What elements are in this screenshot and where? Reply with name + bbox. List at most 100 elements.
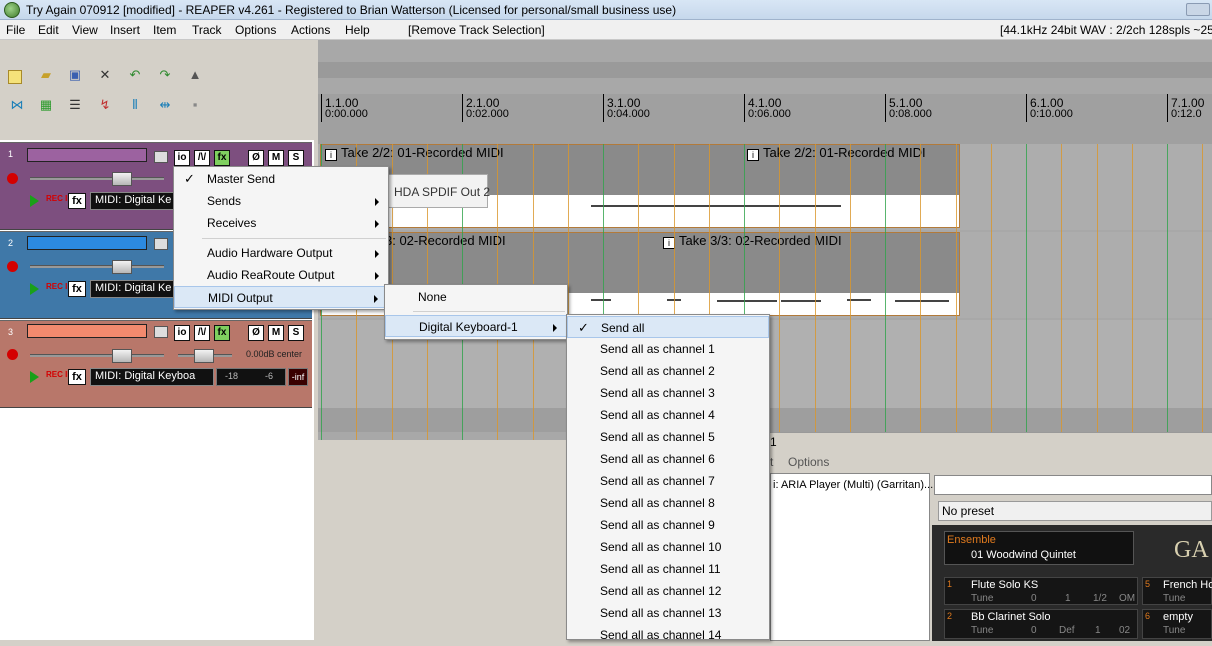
envelope-button[interactable]: /\/ [194, 150, 210, 166]
menu-insert[interactable]: Insert [110, 23, 140, 37]
folder-icon[interactable] [154, 151, 168, 163]
volume-fader[interactable] [30, 260, 164, 274]
menu-item[interactable]: Item [153, 23, 176, 37]
split-icon[interactable]: ⇹ [156, 96, 174, 114]
menu-item-receives[interactable]: Receives [174, 212, 388, 234]
fx-chain-list[interactable]: i: ARIA Player (Multi) (Garritan)... [770, 473, 933, 641]
io-button[interactable]: io [174, 150, 190, 166]
menu-item-master-send[interactable]: ✓ Master Send [174, 168, 388, 190]
menu-help[interactable]: Help [345, 23, 370, 37]
save-icon[interactable]: ▣ [66, 66, 84, 84]
fx-search-box[interactable] [934, 475, 1212, 495]
ripple-icon[interactable]: ⋈ [8, 96, 26, 114]
fx-plugin-entry[interactable]: i: ARIA Player (Multi) (Garritan)... [773, 479, 933, 491]
menu-item-send-all-5[interactable]: Send all as channel 5 [567, 426, 769, 448]
fx-menu-options[interactable]: Options [788, 455, 829, 469]
menu-item-send-all-14[interactable]: Send all as channel 14 [567, 624, 769, 646]
menu-file[interactable]: File [6, 23, 25, 37]
instrument-slot-2[interactable]: 2 Bb Clarinet Solo Tune 0 Def 1 02 [944, 609, 1138, 639]
pan-fader-knob[interactable] [194, 349, 214, 363]
grid-icon[interactable]: ▦ [37, 96, 55, 114]
folder-icon[interactable] [154, 238, 168, 250]
fx-chain-button[interactable]: fx [214, 150, 230, 166]
monitor-play-icon[interactable] [30, 371, 39, 383]
remove-track-selection-action[interactable]: [Remove Track Selection] [408, 23, 545, 37]
menu-item-send-all-7[interactable]: Send all as channel 7 [567, 470, 769, 492]
menu-item-send-all-2[interactable]: Send all as channel 2 [567, 360, 769, 382]
phase-button[interactable]: Ø [248, 150, 264, 166]
instrument-slot-6[interactable]: 6 empty Tune [1142, 609, 1212, 639]
fx-button[interactable]: fx [68, 281, 86, 297]
tools-icon[interactable]: ✕ [96, 66, 114, 84]
track-name-field[interactable] [27, 236, 147, 250]
ensemble-selector[interactable]: Ensemble 01 Woodwind Quintet [944, 531, 1134, 565]
menu-item-send-all-0[interactable]: ✓ Send all [567, 316, 769, 338]
metronome-icon[interactable]: ▲ [186, 66, 204, 84]
menu-item-audio-hardware-output[interactable]: Audio Hardware Output [174, 242, 388, 264]
audio-status[interactable]: [44.1kHz 24bit WAV : 2/2ch 128spls ~25/ [1000, 23, 1212, 37]
peak-indicator[interactable]: -inf [288, 368, 308, 386]
menu-item-send-all-10[interactable]: Send all as channel 10 [567, 536, 769, 558]
midi-input-select[interactable]: MIDI: Digital Ke [90, 280, 174, 298]
track-name-field[interactable] [27, 324, 147, 338]
monitor-play-icon[interactable] [30, 195, 39, 207]
item-info-icon[interactable]: i [747, 149, 759, 161]
menu-item-send-all-11[interactable]: Send all as channel 11 [567, 558, 769, 580]
track-3-panel[interactable]: 3 io /\/ fx Ø M S 0.00dB center REC IN f… [0, 320, 312, 408]
midi-input-select[interactable]: MIDI: Digital Ke [90, 192, 174, 210]
menu-item-none[interactable]: None [385, 286, 567, 308]
volume-fader-knob[interactable] [112, 349, 132, 363]
tracks-icon[interactable]: ☰ [66, 96, 84, 114]
menu-options[interactable]: Options [235, 23, 276, 37]
volume-fader-knob[interactable] [112, 172, 132, 186]
menu-item-send-all-13[interactable]: Send all as channel 13 [567, 602, 769, 624]
monitor-play-icon[interactable] [30, 283, 39, 295]
menu-item-send-all-12[interactable]: Send all as channel 12 [567, 580, 769, 602]
menu-item-send-all-9[interactable]: Send all as channel 9 [567, 514, 769, 536]
menu-view[interactable]: View [72, 23, 98, 37]
window-controls[interactable] [1186, 3, 1210, 16]
track-name-field[interactable] [27, 148, 147, 162]
preset-dropdown[interactable]: No preset [938, 501, 1212, 521]
io-button[interactable]: io [174, 325, 190, 341]
lock-icon[interactable]: ▪ [186, 96, 204, 114]
solo-button[interactable]: S [288, 325, 304, 341]
record-arm-button[interactable] [7, 349, 18, 360]
instrument-slot-5[interactable]: 5 French Ho Tune [1142, 577, 1212, 605]
menu-track[interactable]: Track [192, 23, 222, 37]
menu-item-audio-reroute-output[interactable]: Audio ReaRoute Output [174, 264, 388, 286]
volume-fader-knob[interactable] [112, 260, 132, 274]
record-arm-button[interactable] [7, 173, 18, 184]
open-project-icon[interactable]: ▰ [37, 66, 55, 84]
menu-item-send-all-3[interactable]: Send all as channel 3 [567, 382, 769, 404]
item-info-icon[interactable]: i [325, 149, 337, 161]
instrument-slot-1[interactable]: 1 Flute Solo KS Tune 0 1 1/2 OM [944, 577, 1138, 605]
menu-item-midi-output[interactable]: MIDI Output [174, 286, 388, 308]
redo-icon[interactable]: ↷ [156, 66, 174, 84]
menu-item-send-all-8[interactable]: Send all as channel 8 [567, 492, 769, 514]
solo-button[interactable]: S [288, 150, 304, 166]
menu-actions[interactable]: Actions [291, 23, 330, 37]
undo-icon[interactable]: ↶ [126, 66, 144, 84]
mute-button[interactable]: M [268, 150, 284, 166]
fx-menu-t[interactable]: t [770, 455, 773, 469]
envelope-button[interactable]: /\/ [194, 325, 210, 341]
menu-item-digital-keyboard[interactable]: Digital Keyboard-1 [385, 315, 567, 337]
menu-edit[interactable]: Edit [38, 23, 59, 37]
snap-icon[interactable]: ⦀ [126, 96, 144, 114]
midi-input-select[interactable]: MIDI: Digital Keyboa [90, 368, 214, 386]
pan-fader[interactable] [178, 349, 232, 363]
reaper-app-icon[interactable] [4, 2, 20, 18]
fx-button[interactable]: fx [68, 369, 86, 385]
fx-button[interactable]: fx [68, 193, 86, 209]
menu-item-send-all-1[interactable]: Send all as channel 1 [567, 338, 769, 360]
phase-button[interactable]: Ø [248, 325, 264, 341]
mute-button[interactable]: M [268, 325, 284, 341]
volume-fader[interactable] [30, 172, 164, 186]
menu-item-send-all-6[interactable]: Send all as channel 6 [567, 448, 769, 470]
timeline-ruler[interactable]: 1.1.00 0:00.000 2.1.00 0:02.000 3.1.00 0:04.0… [318, 94, 1212, 144]
menu-item-send-all-4[interactable]: Send all as channel 4 [567, 404, 769, 426]
folder-icon[interactable] [154, 326, 168, 338]
record-arm-button[interactable] [7, 261, 18, 272]
new-project-icon[interactable] [8, 70, 22, 84]
